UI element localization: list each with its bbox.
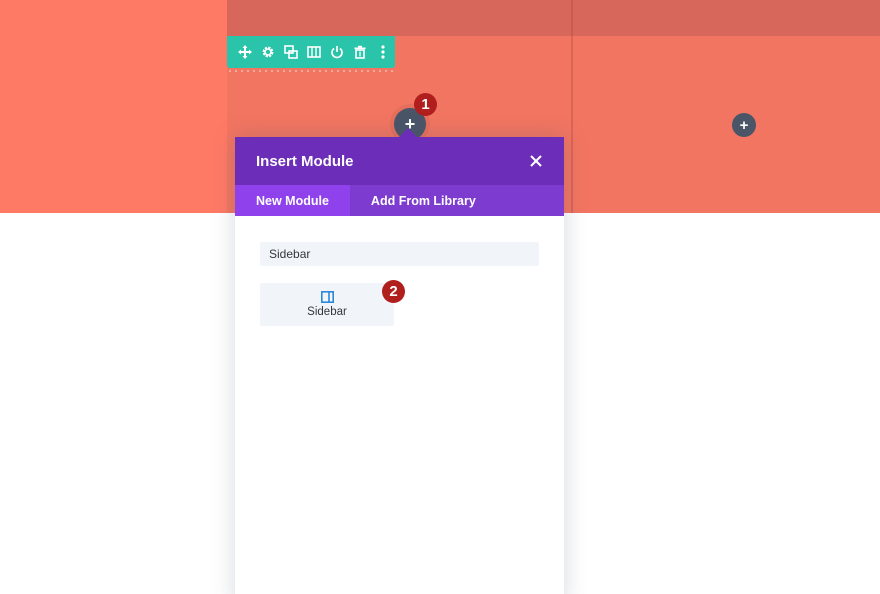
more-options-icon[interactable] [375,44,391,60]
settings-gear-icon[interactable] [260,44,276,60]
toolbar-dotted-edge [227,70,395,72]
dialog-pointer [398,128,418,138]
columns-icon[interactable] [306,44,322,60]
dialog-title: Insert Module [256,152,354,170]
module-option-label: Sidebar [307,306,347,318]
module-option-sidebar[interactable]: Sidebar [260,283,394,326]
tab-add-from-library[interactable]: Add From Library [350,185,497,216]
close-icon[interactable] [529,154,543,168]
plus-icon: + [739,116,749,134]
sidebar-icon [320,291,334,303]
power-icon[interactable] [329,44,345,60]
row-top-band [227,0,880,36]
step-badge-1: 1 [414,93,437,116]
column-divider [571,0,573,213]
tab-new-module[interactable]: New Module [235,185,350,216]
move-icon[interactable] [237,44,253,60]
dialog-tabs: New Module Add From Library [235,185,564,216]
duplicate-icon[interactable] [283,44,299,60]
step-badge-2: 2 [382,280,405,303]
row-settings-toolbar [227,36,395,72]
search-input[interactable] [260,242,539,266]
insert-module-dialog: Insert Module New Module Add From Librar… [235,128,564,594]
add-module-button-column-2[interactable]: + [732,113,756,137]
dialog-header: Insert Module [235,137,564,185]
trash-icon[interactable] [352,44,368,60]
